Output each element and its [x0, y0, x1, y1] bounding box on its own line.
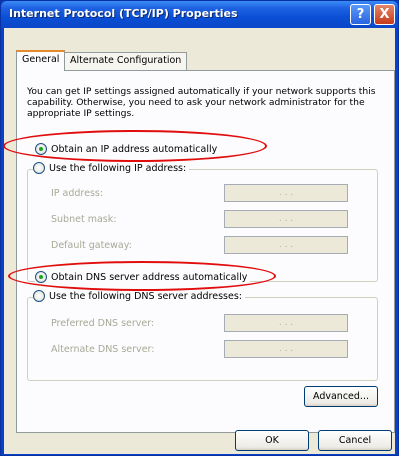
ip-address-field[interactable]: . . . — [224, 184, 348, 202]
use-following-dns-radio[interactable]: Use the following DNS server addresses: — [33, 290, 245, 302]
tab-general[interactable]: General — [16, 50, 66, 71]
subnet-mask-label: Subnet mask: — [51, 214, 117, 225]
subnet-mask-field[interactable]: . . . — [224, 210, 348, 228]
cancel-button[interactable]: Cancel — [318, 430, 392, 451]
radio-unselected-icon — [33, 162, 45, 174]
description-text: You can get IP settings assigned automat… — [27, 86, 376, 119]
tab-alternate-configuration[interactable]: Alternate Configuration — [64, 52, 188, 70]
radio-unselected-icon — [33, 290, 45, 302]
dialog-client-area: General Alternate Configuration You can … — [4, 28, 395, 454]
radio-selected-icon — [35, 271, 47, 283]
default-gateway-label: Default gateway: — [51, 240, 132, 251]
obtain-ip-auto-radio[interactable]: Obtain an IP address automatically — [35, 143, 221, 155]
ok-button[interactable]: OK — [235, 430, 309, 451]
preferred-dns-label: Preferred DNS server: — [51, 318, 155, 329]
alternate-dns-field[interactable]: . . . — [224, 340, 348, 358]
default-gateway-field[interactable]: . . . — [224, 236, 348, 254]
tab-panel-general: You can get IP settings assigned automat… — [16, 70, 395, 433]
use-following-ip-radio[interactable]: Use the following IP address: — [33, 162, 190, 174]
radio-selected-icon — [35, 143, 47, 155]
obtain-dns-auto-label: Obtain DNS server address automatically — [51, 271, 248, 283]
advanced-button[interactable]: Advanced... — [304, 386, 378, 407]
use-following-dns-label: Use the following DNS server addresses: — [49, 290, 242, 302]
use-following-ip-label: Use the following IP address: — [49, 162, 187, 174]
dns-server-group — [27, 297, 378, 381]
obtain-dns-auto-radio[interactable]: Obtain DNS server address automatically — [35, 271, 251, 283]
title-bar[interactable]: Internet Protocol (TCP/IP) Properties ? … — [1, 1, 398, 28]
help-button[interactable]: ? — [350, 4, 371, 25]
ip-address-label: IP address: — [51, 188, 104, 199]
close-button[interactable]: X — [374, 4, 395, 25]
window-title: Internet Protocol (TCP/IP) Properties — [9, 7, 238, 20]
preferred-dns-field[interactable]: . . . — [224, 314, 348, 332]
obtain-ip-auto-label: Obtain an IP address automatically — [51, 143, 218, 155]
dialog-window: Internet Protocol (TCP/IP) Properties ? … — [0, 0, 399, 456]
alternate-dns-label: Alternate DNS server: — [51, 344, 155, 355]
